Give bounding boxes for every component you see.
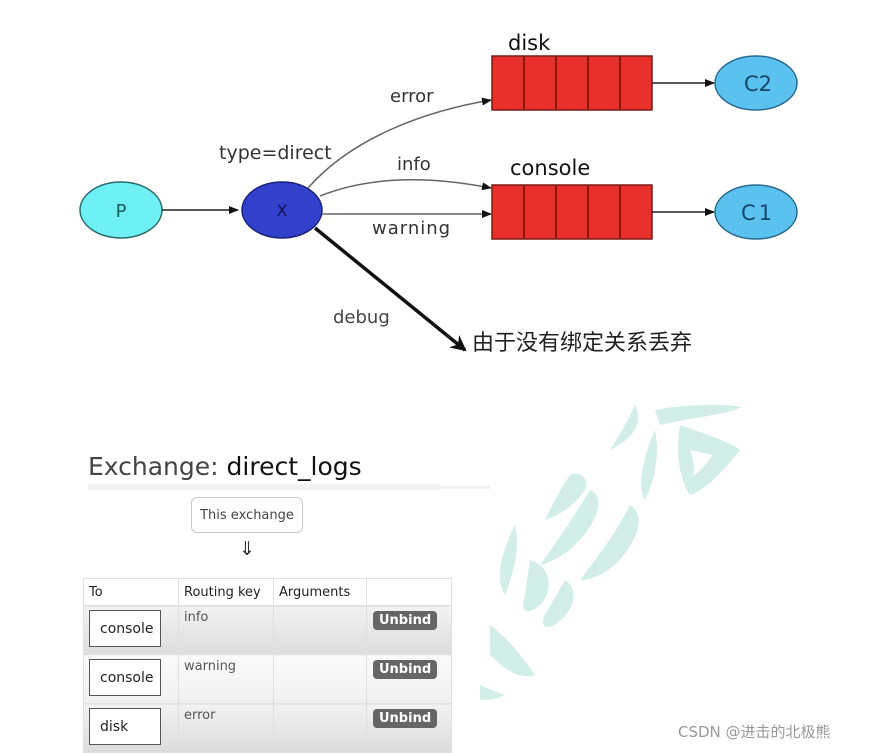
page-title-prefix: Exchange: [88,452,219,481]
column-header-arguments: Arguments [273,578,367,606]
edge-label-info: info [397,154,431,175]
consumer-c2: C2 [714,55,798,111]
table-row: console warning Unbind [83,654,452,704]
page-title: Exchange: direct_logs [88,452,362,481]
title-divider [88,484,440,490]
column-header-routing-key: Routing key [178,578,274,606]
edge-debug [313,226,467,352]
table-row: disk error Unbind [83,703,452,753]
edge-label-debug: debug [333,307,390,328]
cell-arguments [273,654,367,704]
this-exchange-box: This exchange [191,497,303,533]
edge-info [319,179,492,197]
cell-arguments [273,703,367,753]
cell-routing-key: error [178,703,274,753]
cell-arguments [273,605,367,655]
producer-node: P [79,181,163,239]
queue-disk-label: disk [508,31,551,55]
exchange-name: direct_logs [226,452,362,481]
exchange-label: X [277,201,288,220]
footer-credit: CSDN @进击的北极熊 [678,723,831,741]
producer-label: P [116,201,127,222]
queue-console-label: console [510,156,590,180]
down-arrow-icon: ⇓ [239,538,255,560]
routing-key: info [184,610,209,625]
cell-actions: Unbind [366,703,452,753]
title-divider-tail [440,486,490,489]
cell-to: console [83,654,179,704]
edge-label-error: error [390,86,434,107]
queue-disk: disk [491,31,653,111]
cell-to: disk [83,703,179,753]
table-header-row: To Routing key Arguments [83,578,452,606]
cell-routing-key: info [178,605,274,655]
consumer-c1-label: C1 [741,201,775,225]
routing-key: warning [184,659,237,674]
consumer-c2-label: C2 [744,72,772,96]
exchange-type-label: type=direct [219,142,332,164]
discard-note: 由于没有绑定关系丢弃 [472,331,692,356]
exchange-node: X [241,181,323,239]
column-header-to: To [83,578,179,606]
bindings-table: To Routing key Arguments console info Un… [83,578,452,753]
unbind-button[interactable]: Unbind [373,709,438,728]
cell-actions: Unbind [366,654,452,704]
column-header-actions [366,578,452,606]
watermark-logo [480,404,742,700]
queue-link[interactable]: console [89,659,161,696]
queue-link[interactable]: console [89,610,161,647]
unbind-button[interactable]: Unbind [373,660,438,679]
cell-actions: Unbind [366,605,452,655]
direct-exchange-diagram: P X type=direct error info warning debug… [79,31,798,356]
routing-key: error [184,708,216,723]
cell-to: console [83,605,179,655]
queue-link[interactable]: disk [89,708,161,745]
cell-routing-key: warning [178,654,274,704]
consumer-c1: C1 [714,184,798,240]
edge-label-warning: warning [372,218,451,239]
table-row: console info Unbind [83,605,452,655]
unbind-button[interactable]: Unbind [373,611,438,630]
queue-console: console [491,156,653,240]
